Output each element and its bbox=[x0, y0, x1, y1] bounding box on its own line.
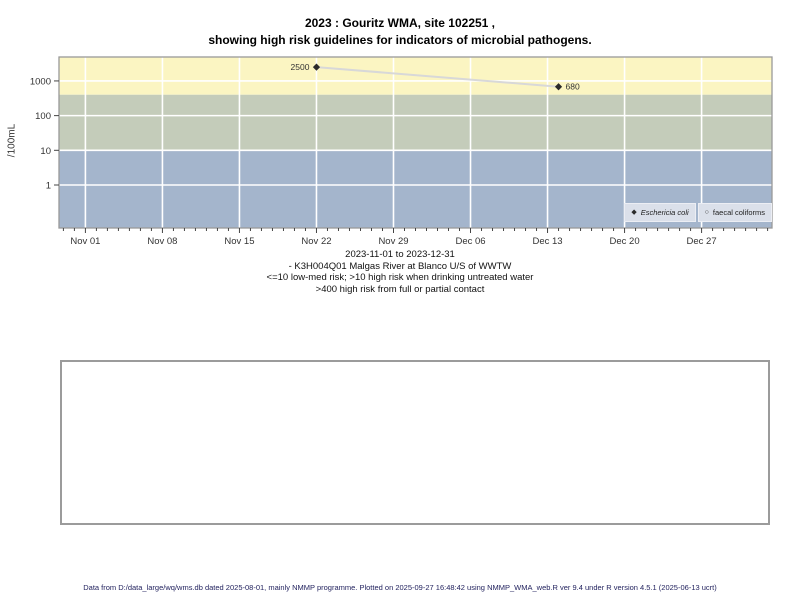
x-tick-label: Dec 20 bbox=[610, 236, 640, 247]
y-tick-label: 1 bbox=[46, 180, 51, 191]
chart-caption: 2023-11-01 to 2023-12-31 - K3H004Q01 Mal… bbox=[0, 249, 800, 295]
y-tick-label: 10 bbox=[40, 146, 51, 157]
x-tick-label: Nov 29 bbox=[378, 236, 408, 247]
legend-label-faecal-coliforms: faecal coliforms bbox=[712, 208, 765, 217]
caption-date-range: 2023-11-01 to 2023-12-31 bbox=[345, 249, 455, 260]
x-tick-label: Dec 27 bbox=[687, 236, 717, 247]
caption-site-name: - K3H004Q01 Malgas River at Blanco U/S o… bbox=[288, 260, 512, 272]
x-tick-label: Nov 22 bbox=[301, 236, 331, 247]
legend-entry-ecoli: ◆ Eschericia coli bbox=[624, 203, 696, 222]
y-tick-label: 1000 bbox=[30, 76, 51, 87]
band-high-risk-drinking-untreated bbox=[59, 94, 772, 151]
plot-page: 2023 : Gouritz WMA, site 102251 , showin… bbox=[0, 0, 800, 600]
empty-panel bbox=[60, 360, 770, 525]
footer-text: Data from D:/data_large/wq/wms.db dated … bbox=[83, 583, 717, 592]
y-axis-label: /100mL bbox=[6, 123, 18, 158]
x-tick-label: Dec 06 bbox=[455, 236, 485, 247]
x-tick-label: Nov 01 bbox=[70, 236, 100, 247]
diamond-filled-icon: ◆ bbox=[631, 209, 637, 216]
x-tick-label: Nov 15 bbox=[224, 236, 254, 247]
y-tick-label: 100 bbox=[35, 111, 51, 122]
legend-label-ecoli: Eschericia coli bbox=[640, 208, 689, 217]
x-tick-label: Nov 08 bbox=[147, 236, 177, 247]
caption-risk-guideline-1: <=10 low-med risk; >10 high risk when dr… bbox=[266, 272, 534, 283]
circle-open-icon: ○ bbox=[704, 209, 709, 216]
legend-entry-faecal-coliforms: ○ faecal coliforms bbox=[697, 203, 772, 222]
x-tick-label: Dec 13 bbox=[532, 236, 562, 247]
point-label: 680 bbox=[566, 82, 580, 92]
point-label: 2500 bbox=[291, 62, 310, 72]
caption-risk-guideline-2: >400 high risk from full or partial cont… bbox=[315, 283, 485, 295]
chart-legend: ◆ Eschericia coli ○ faecal coliforms bbox=[624, 203, 772, 222]
